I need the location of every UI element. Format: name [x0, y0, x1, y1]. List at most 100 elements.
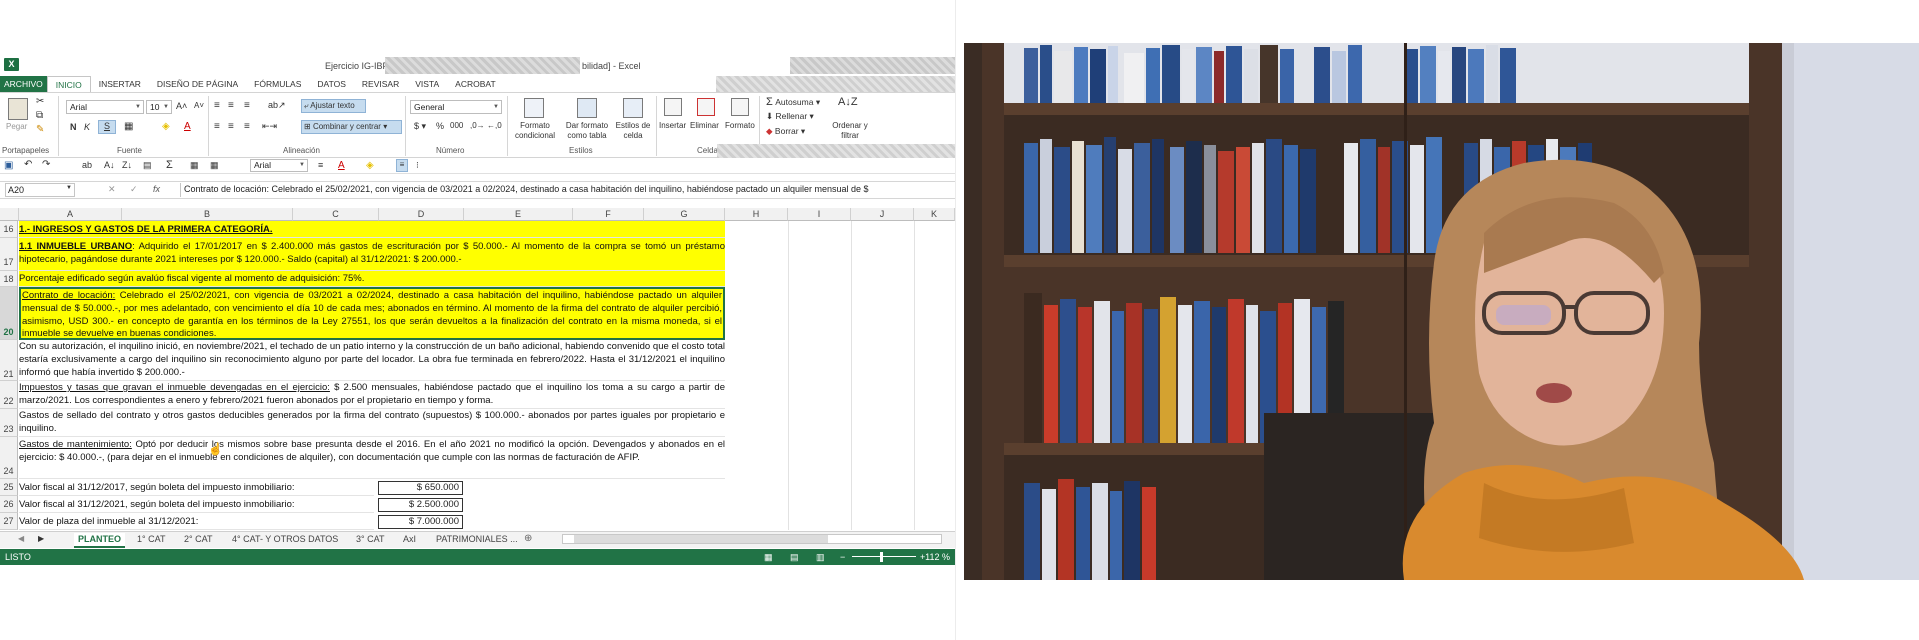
fill-button[interactable]: ⬇ Rellenar ▾ [766, 111, 814, 122]
sort-asc-icon[interactable]: A↓ [104, 160, 115, 170]
row-header-selected[interactable]: 20 [0, 287, 18, 340]
tab-vista[interactable]: VISTA [407, 76, 447, 92]
wrap-qat-icon[interactable]: ≡ [396, 159, 408, 172]
grow-font-icon[interactable]: A˄ [176, 101, 187, 111]
paste-icon[interactable] [8, 98, 28, 120]
sheet-tab-4-cat[interactable]: 4° CAT- Y OTROS DATOS [232, 533, 338, 546]
column-header[interactable]: E [464, 208, 573, 221]
cell-section-title[interactable]: 1.- INGRESOS Y GASTOS DE LA PRIMERA CATE… [19, 221, 725, 238]
redo-icon[interactable]: ↷ [42, 159, 50, 170]
column-header[interactable]: F [573, 208, 644, 221]
insert-cells-button[interactable]: Insertar [659, 121, 686, 130]
row-header[interactable]: 17 [0, 238, 18, 271]
row-header[interactable]: 27 [0, 513, 18, 530]
column-header[interactable]: K [914, 208, 955, 221]
row-header[interactable]: 23 [0, 409, 18, 437]
row-header[interactable]: 18 [0, 271, 18, 287]
name-box[interactable]: A20 [5, 183, 75, 197]
column-header[interactable]: C [293, 208, 379, 221]
decimal-decrease-icon[interactable]: ←,0 [487, 121, 502, 130]
page-break-icon[interactable]: ▥ [816, 549, 825, 565]
borders-qat-icon[interactable]: ▦ [210, 160, 219, 171]
cell-styles-icon[interactable] [623, 98, 643, 118]
row-header[interactable]: 22 [0, 381, 18, 409]
delete-cells-icon[interactable] [697, 98, 715, 116]
format-table-icon[interactable] [577, 98, 597, 118]
row-header[interactable]: 26 [0, 496, 18, 513]
cell-porcentaje-edificado[interactable]: Porcentaje edificado según avalúo fiscal… [19, 271, 725, 287]
cell-valor-plaza[interactable]: Valor de plaza del inmueble al 31/12/202… [19, 513, 374, 530]
scroll-prev-sheet-icon[interactable]: ◀ [18, 534, 24, 543]
fill-color-qat-icon[interactable]: ◈ [366, 160, 374, 171]
tab-acrobat[interactable]: ACROBAT [447, 76, 503, 92]
column-header[interactable]: H [725, 208, 788, 221]
copy-icon[interactable]: ⧉ [36, 110, 43, 121]
print-preview-icon[interactable]: ▤ [143, 160, 152, 171]
cut-icon[interactable]: ✂ [36, 96, 44, 107]
cell-styles-button[interactable]: Estilos de celda [614, 121, 652, 141]
save-icon[interactable]: ▣ [4, 160, 13, 171]
tab-insertar[interactable]: INSERTAR [91, 76, 149, 92]
undo-icon[interactable]: ↶ [24, 159, 32, 170]
spellcheck-icon[interactable]: ab [82, 160, 92, 170]
sort-filter-icon[interactable]: A↓Z [838, 96, 858, 108]
sheet-tab-axi[interactable]: AxI [403, 533, 416, 546]
align-top-icon[interactable]: ≡ [214, 100, 220, 111]
tab-diseno-pagina[interactable]: DISEÑO DE PÁGINA [149, 76, 246, 92]
function-icon[interactable]: fx [153, 184, 160, 194]
underline-icon[interactable]: S [98, 120, 116, 134]
row-header[interactable]: 21 [0, 340, 18, 381]
delete-cells-button[interactable]: Eliminar [690, 121, 719, 130]
column-header[interactable]: A [19, 208, 122, 221]
clear-button[interactable]: ◆ Borrar ▾ [766, 126, 805, 137]
number-format-select[interactable]: General ▼ [410, 100, 502, 114]
page-layout-icon[interactable]: ▤ [790, 549, 799, 565]
scrollbar-thumb[interactable] [574, 535, 828, 543]
enter-icon[interactable]: ✓ [130, 184, 138, 195]
cell-value[interactable]: $ 650.000 [378, 481, 463, 495]
cell-inmueble-urbano[interactable]: 1.1 INMUEBLE URBANO: Adquirido el 17/01/… [19, 238, 725, 271]
add-sheet-icon[interactable]: ⊕ [524, 533, 532, 544]
name-box-dropdown-icon[interactable]: ▼ [66, 185, 72, 191]
wrap-text-button[interactable]: ⤶ Ajustar texto [301, 99, 366, 113]
align-bottom-icon[interactable]: ≡ [244, 100, 250, 111]
currency-icon[interactable]: $ ▾ [414, 121, 426, 132]
align-right-icon[interactable]: ≡ [244, 121, 250, 132]
insert-cells-icon[interactable] [664, 98, 682, 116]
tab-revisar[interactable]: REVISAR [354, 76, 407, 92]
zoom-out-icon[interactable]: − [840, 549, 845, 565]
cell-value[interactable]: $ 2.500.000 [378, 498, 463, 512]
font-color-qat-icon[interactable]: A [338, 160, 345, 171]
orientation-icon[interactable]: ab↗ [268, 100, 286, 111]
customize-qat-icon[interactable]: ⁝ [416, 160, 419, 171]
cell-gastos-mantenimiento[interactable]: Gastos de mantenimiento: Optó por deduci… [19, 437, 725, 479]
column-header[interactable]: G [644, 208, 725, 221]
column-header[interactable]: D [379, 208, 464, 221]
zoom-slider[interactable] [852, 556, 916, 557]
qat-font-select[interactable]: Arial ▼ [250, 159, 308, 172]
thousands-icon[interactable]: 000 [450, 121, 463, 130]
row-header[interactable]: 24 [0, 437, 18, 479]
zoom-slider-thumb[interactable] [880, 552, 883, 562]
scroll-next-sheet-icon[interactable]: ▶ [38, 534, 44, 543]
borders-icon[interactable]: ▦ [124, 121, 133, 132]
sort-desc-icon[interactable]: Z↓ [122, 160, 132, 170]
sheet-tab-planteo[interactable]: PLANTEO [74, 533, 126, 548]
format-cells-button[interactable]: Formato [725, 121, 755, 130]
cell-valor-fiscal-2017[interactable]: Valor fiscal al 31/12/2017, según boleta… [19, 479, 374, 496]
align-left-icon[interactable]: ≡ [214, 121, 220, 132]
font-size-select[interactable]: 10 ▼ [146, 100, 172, 114]
cell-value[interactable]: $ 7.000.000 [378, 515, 463, 529]
align-middle-icon[interactable]: ≡ [228, 100, 234, 111]
zoom-level[interactable]: 112 % [925, 549, 950, 565]
column-header[interactable]: J [851, 208, 914, 221]
decimal-increase-icon[interactable]: ,0→ [470, 121, 485, 130]
sort-filter-button[interactable]: Ordenar y filtrar [830, 121, 870, 141]
format-painter-icon[interactable]: ✎ [36, 124, 44, 135]
sheet-tab-patrimoniales[interactable]: PATRIMONIALES ... [436, 533, 518, 546]
tab-inicio[interactable]: INICIO [46, 76, 91, 92]
font-color-icon[interactable]: A [184, 121, 191, 132]
bold-icon[interactable]: N [70, 122, 77, 132]
tab-archivo[interactable]: ARCHIVO [0, 76, 47, 92]
conditional-format-icon[interactable] [524, 98, 544, 118]
